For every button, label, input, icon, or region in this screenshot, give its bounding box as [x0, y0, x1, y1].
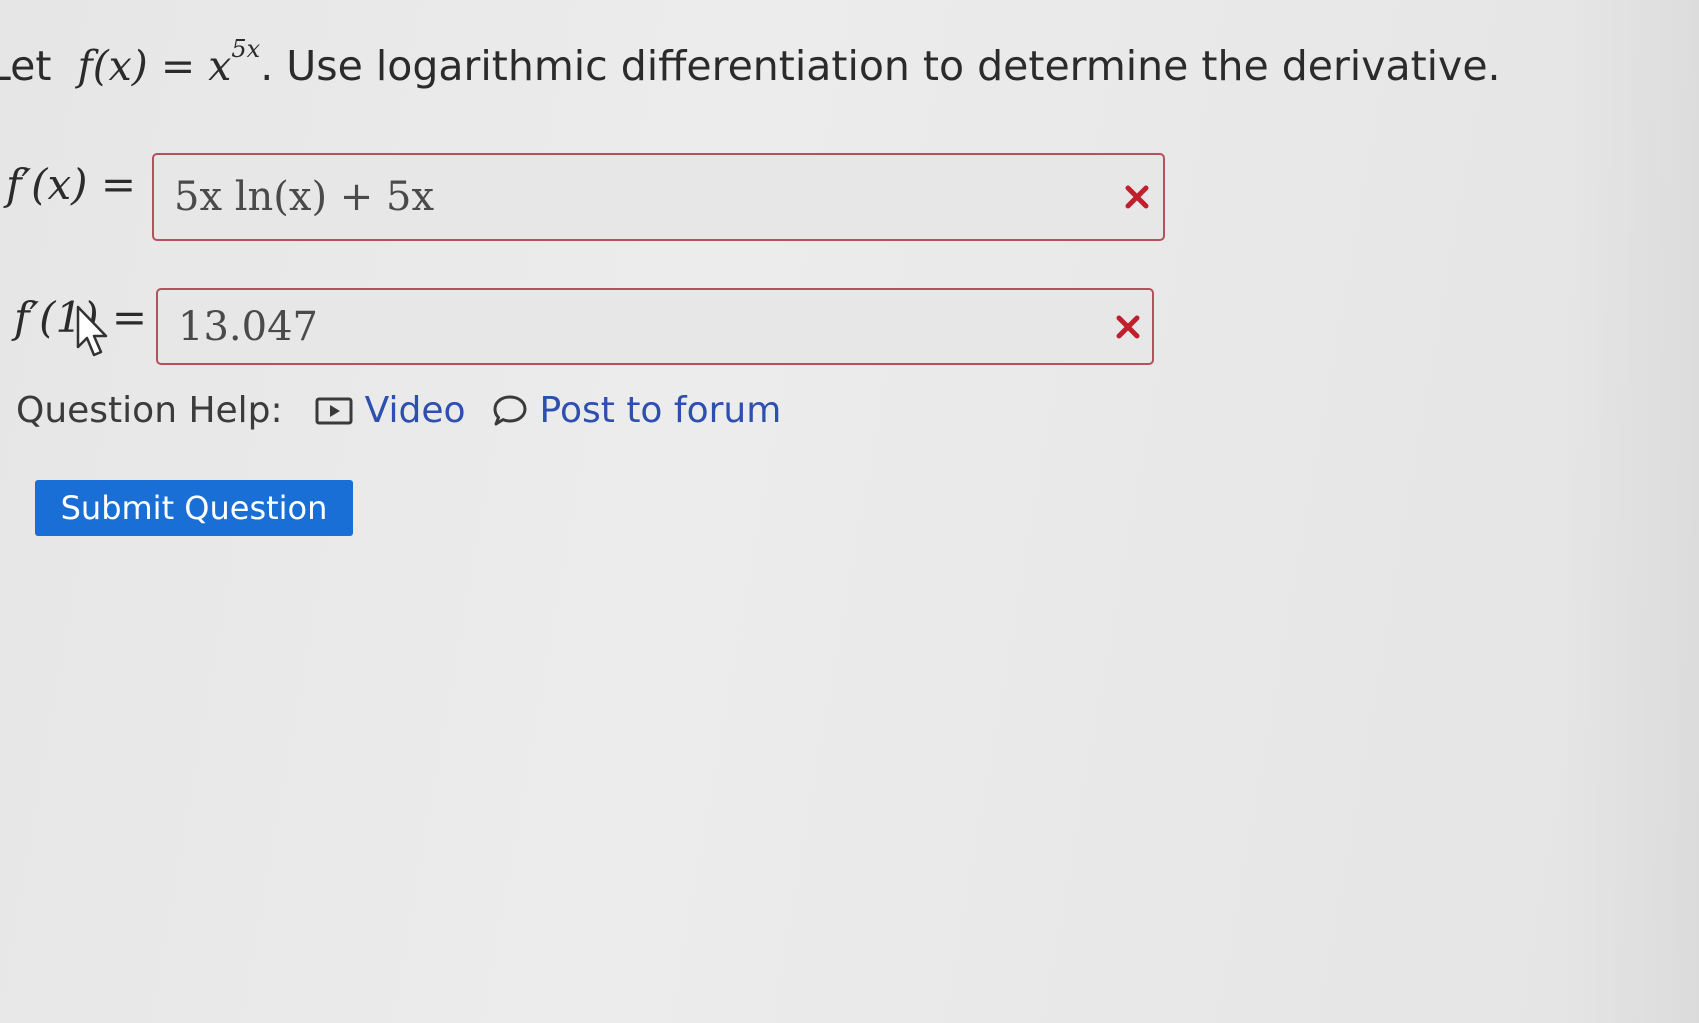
- question-help-label: Question Help:: [16, 390, 283, 431]
- post-to-forum-link[interactable]: Post to forum: [492, 390, 782, 431]
- prompt-instructions: . Use logarithmic differentiation to det…: [260, 42, 1501, 90]
- submit-question-button[interactable]: Submit Question: [35, 480, 353, 536]
- mouse-pointer-icon: [76, 305, 108, 357]
- derivative-label: f′(x) =: [6, 160, 137, 209]
- x-mark-icon: [1116, 315, 1140, 338]
- derivative-answer-value: 5x ln(x) + 5x: [174, 174, 434, 220]
- derivative-at-one-answer-value: 13.047: [178, 303, 318, 350]
- function-exponent: 5x: [231, 35, 261, 64]
- derivative-answer-field[interactable]: 5x ln(x) + 5x: [152, 153, 1165, 241]
- post-to-forum-label: Post to forum: [539, 390, 782, 431]
- question-prompt: Let f(x) = x5x. Use logarithmic differen…: [0, 35, 1501, 90]
- video-help-link[interactable]: Video: [315, 390, 466, 431]
- function-definition: f(x) = x5x: [64, 35, 261, 90]
- function-lhs: f(x) =: [77, 42, 196, 90]
- speech-bubble-icon: [493, 395, 527, 425]
- video-help-label: Video: [364, 390, 466, 431]
- prompt-prefix: Let: [0, 42, 52, 90]
- background-shade: [1559, 0, 1699, 1023]
- x-mark-icon: [1125, 185, 1149, 209]
- function-base: x: [208, 42, 232, 90]
- question-help: Question Help: Video Post to forum: [16, 390, 807, 431]
- video-icon: [315, 397, 353, 424]
- derivative-at-one-answer-field[interactable]: 13.047: [156, 288, 1154, 365]
